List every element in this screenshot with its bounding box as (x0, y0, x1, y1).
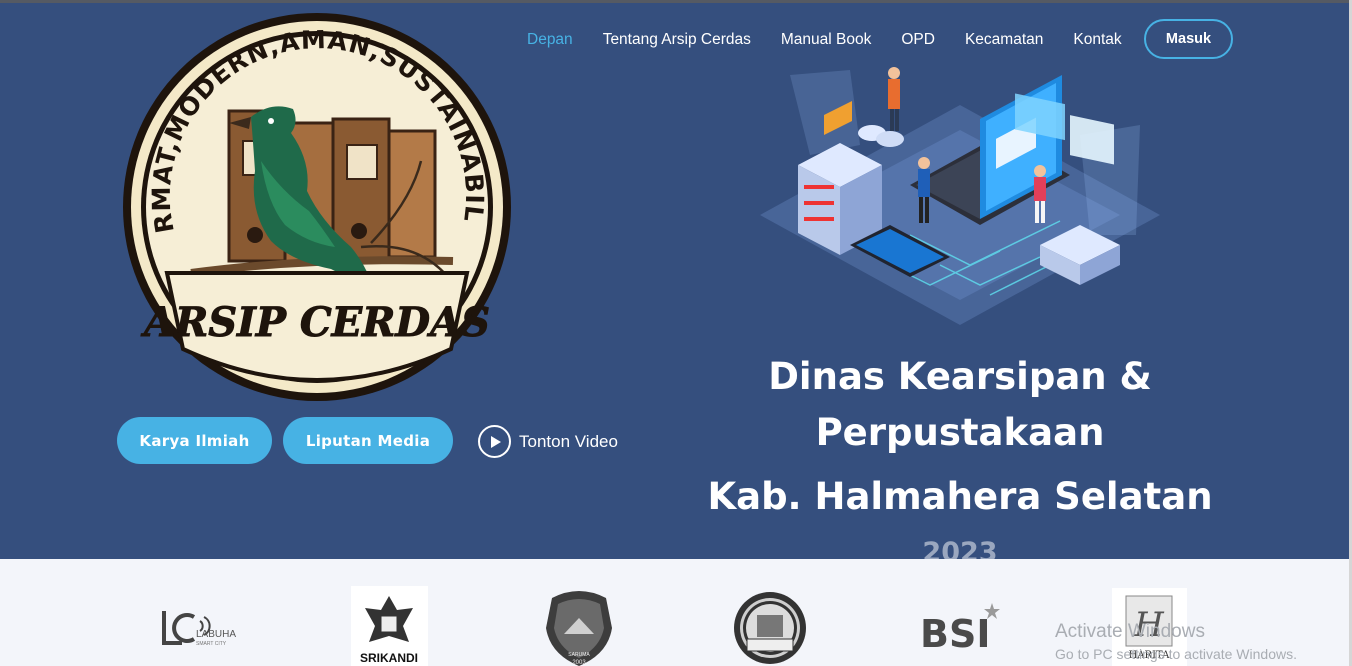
svg-text:SRIKANDI: SRIKANDI (360, 651, 418, 665)
activate-windows-watermark: Activate Windows Go to PC settings to ac… (1055, 621, 1297, 662)
svg-text:2003: 2003 (572, 660, 586, 666)
hero-section: CERMAT,MODERN,AMAN,SUSTAINABILITY ARSIP … (0, 3, 1349, 559)
svg-text:LABUHA: LABUHA (196, 629, 236, 640)
digital-archive-illustration (760, 67, 1160, 325)
svg-text:BSI: BSI (920, 612, 990, 651)
svg-text:SMART CITY: SMART CITY (196, 641, 227, 647)
nav-item-opd[interactable]: OPD (901, 31, 935, 49)
srikandi-logo[interactable]: SRIKANDI (351, 586, 428, 666)
activate-windows-title: Activate Windows (1055, 621, 1205, 642)
year-label: 2023 (922, 537, 998, 559)
liputan-media-button[interactable]: Liputan Media (283, 417, 453, 464)
play-icon (478, 425, 511, 458)
arsip-cerdas-small-logo[interactable] (733, 591, 807, 665)
page-title: Dinas Kearsipan & Perpustakaan (700, 349, 1220, 461)
login-button[interactable]: Masuk (1144, 19, 1233, 59)
karya-ilmiah-button[interactable]: Karya Ilmiah (117, 417, 272, 464)
nav-item-depan[interactable]: Depan (527, 31, 573, 49)
saruma-logo[interactable]: SARUMA 2003 (542, 588, 616, 666)
title-line-1: Dinas Kearsipan & (768, 355, 1152, 398)
nav-item-manual-book[interactable]: Manual Book (781, 31, 871, 49)
svg-text:SARUMA: SARUMA (568, 652, 590, 658)
main-navigation: Depan Tentang Arsip Cerdas Manual Book O… (512, 20, 1137, 60)
svg-text:ARSIP CERDAS: ARSIP CERDAS (140, 299, 490, 346)
nav-item-tentang[interactable]: Tentang Arsip Cerdas (603, 31, 751, 49)
arsip-cerdas-logo: CERMAT,MODERN,AMAN,SUSTAINABILITY ARSIP … (121, 11, 511, 401)
page-subtitle: Kab. Halmahera Selatan (707, 475, 1213, 518)
nav-item-kecamatan[interactable]: Kecamatan (965, 31, 1043, 49)
bsi-logo[interactable]: BSI (920, 603, 1000, 651)
nav-item-kontak[interactable]: Kontak (1073, 31, 1121, 49)
watch-video-link[interactable]: Tonton Video (478, 425, 618, 458)
activate-windows-subtitle: Go to PC settings to activate Windows. (1055, 646, 1297, 662)
watch-video-label: Tonton Video (519, 431, 618, 451)
labuha-smart-city-logo[interactable]: LABUHA SMART CITY (160, 607, 240, 649)
title-line-2: Perpustakaan (815, 411, 1105, 454)
